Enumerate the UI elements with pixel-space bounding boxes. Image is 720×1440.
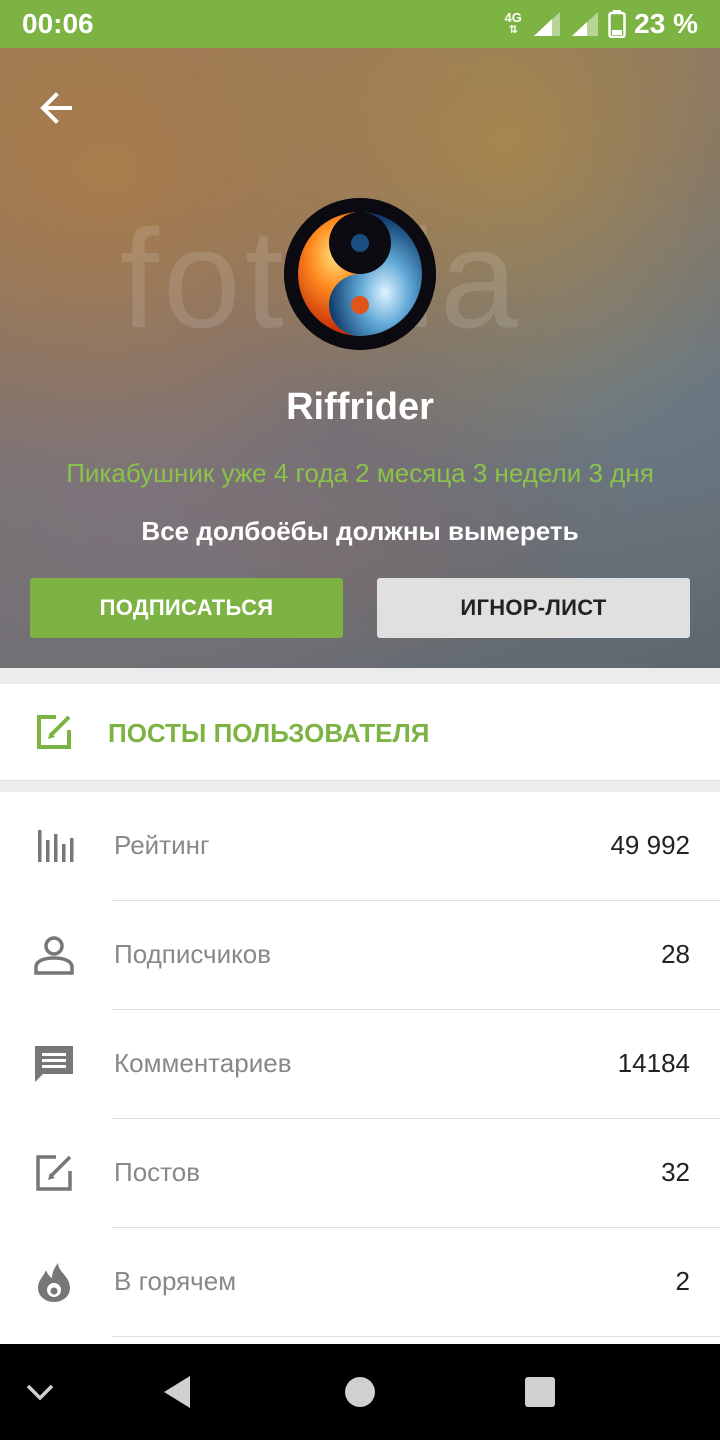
yin-yang-avatar-image xyxy=(284,198,436,350)
back-button[interactable] xyxy=(30,82,82,134)
stat-label: В горячем xyxy=(114,1266,237,1296)
nav-home-icon[interactable] xyxy=(340,1372,380,1412)
battery-level: 23 % xyxy=(634,8,698,39)
subscribe-button[interactable]: ПОДПИСАТЬСЯ xyxy=(30,578,343,638)
stat-value: 49 992 xyxy=(610,830,690,860)
stat-row-hot[interactable]: В горячем 2 xyxy=(0,1228,720,1337)
signal-icon xyxy=(534,12,561,36)
network-type: 4G ⇅ xyxy=(502,10,524,36)
flame-icon xyxy=(38,1263,70,1302)
stat-label: Постов xyxy=(114,1157,201,1187)
stat-label: Рейтинг xyxy=(114,830,210,860)
divider xyxy=(112,1336,720,1337)
user-motto: Все долбоёбы должны вымереть xyxy=(141,516,579,546)
nav-back-icon[interactable] xyxy=(158,1372,198,1412)
stat-row-comments[interactable]: Комментариев 14184 xyxy=(0,1010,720,1119)
rating-icon xyxy=(38,830,74,862)
user-posts-label: ПОСТЫ ПОЛЬЗОВАТЕЛЯ xyxy=(108,718,430,748)
stat-value: 2 xyxy=(675,1266,690,1296)
nav-recents-icon[interactable] xyxy=(520,1372,560,1412)
person-icon xyxy=(34,936,74,975)
arrow-left-icon xyxy=(40,92,72,124)
tenure-text: Пикабушник уже 4 года 2 месяца 3 недели … xyxy=(66,458,654,488)
navigation-bar xyxy=(0,1344,720,1440)
avatar[interactable] xyxy=(284,198,436,350)
stat-value: 28 xyxy=(661,939,690,969)
edit-icon xyxy=(36,1155,72,1191)
stat-label: Подписчиков xyxy=(114,939,272,969)
username: Riffrider xyxy=(286,386,434,428)
ignore-list-button[interactable]: ИГНОР-ЛИСТ xyxy=(377,578,690,638)
stat-row-posts[interactable]: Постов 32 xyxy=(0,1119,720,1228)
user-posts-link[interactable]: ПОСТЫ ПОЛЬЗОВАТЕЛЯ xyxy=(0,684,720,781)
status-time: 00:06 xyxy=(22,8,94,39)
stat-value: 32 xyxy=(661,1157,690,1187)
comment-icon xyxy=(35,1046,73,1082)
edit-icon xyxy=(37,715,71,749)
status-icons: 4G ⇅ 23 % xyxy=(502,6,699,42)
stat-row-subscribers[interactable]: Подписчиков 28 xyxy=(0,901,720,1010)
status-bar: 00:06 4G ⇅ 23 % xyxy=(0,0,720,48)
signal-icon-2 xyxy=(572,12,599,36)
stats-list: Рейтинг 49 992 Подписчиков 28 Комментари… xyxy=(0,792,720,1344)
stat-value: 14184 xyxy=(617,1048,690,1078)
chevron-down-icon[interactable] xyxy=(20,1372,60,1412)
battery-icon xyxy=(608,10,626,38)
network-label: 4G xyxy=(504,10,522,25)
stat-row-rating[interactable]: Рейтинг 49 992 xyxy=(0,792,720,901)
profile-header: fotolia xyxy=(0,48,720,668)
stat-label: Комментариев xyxy=(114,1048,292,1078)
